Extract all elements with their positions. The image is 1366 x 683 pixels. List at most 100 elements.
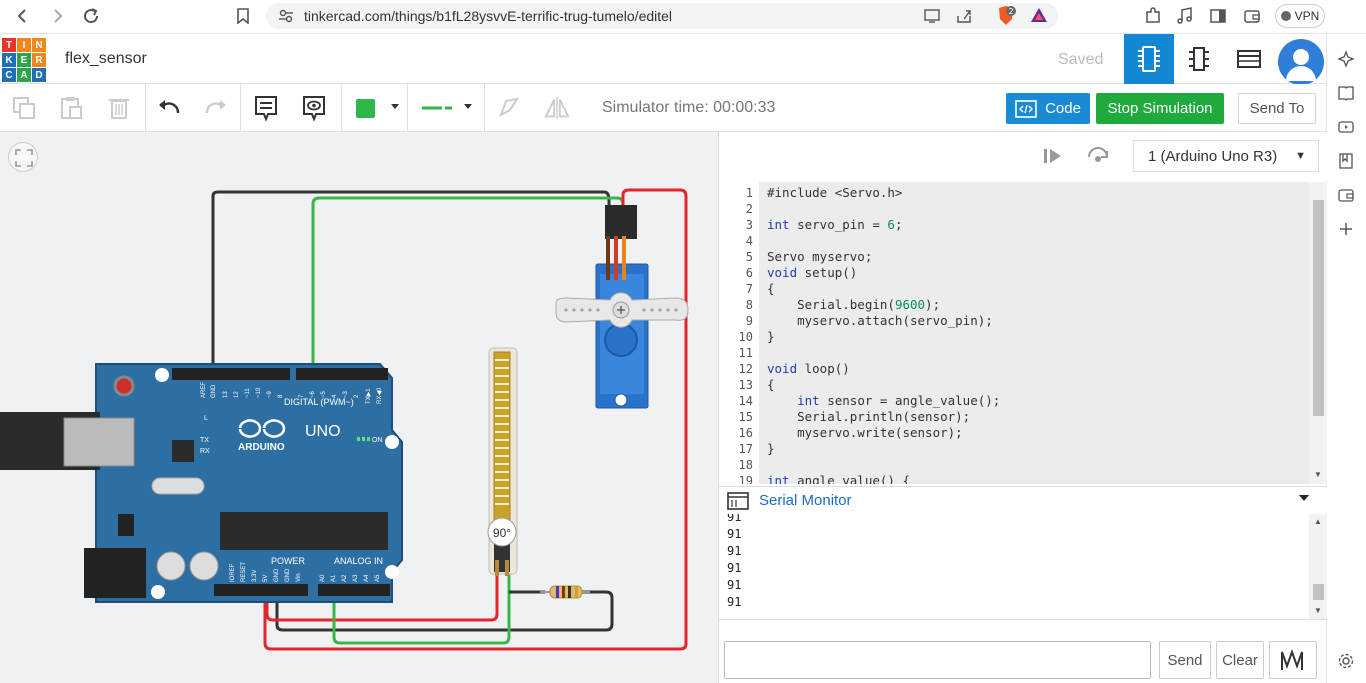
toolbar-divider	[145, 84, 146, 132]
code-line[interactable]: {	[767, 281, 775, 296]
address-bar[interactable]: tinkercad.com/things/b1fL28ysvvE-terrifi…	[266, 3, 1058, 29]
saved-status: Saved	[1058, 51, 1104, 68]
code-line[interactable]: int angle value() {	[767, 473, 910, 484]
code-line[interactable]: myservo.attach(servo_pin);	[767, 313, 993, 328]
code-line[interactable]: }	[767, 441, 775, 456]
brave-shield-icon[interactable]: 2	[996, 5, 1016, 32]
logo-letter: E	[17, 53, 31, 67]
line-number: 10	[738, 330, 753, 344]
serial-clear-button[interactable]: Clear	[1216, 641, 1264, 679]
code-line[interactable]: {	[767, 377, 775, 392]
code-line[interactable]: Serial.begin(9600);	[767, 297, 940, 312]
code-button[interactable]: Code	[1006, 93, 1090, 124]
wallet-side-icon[interactable]	[1337, 186, 1357, 206]
back-icon[interactable]	[10, 4, 36, 28]
sidebar-toggle-icon[interactable]	[1205, 4, 1231, 28]
user-avatar[interactable]	[1278, 39, 1324, 85]
serial-plotter-button[interactable]	[1269, 641, 1317, 679]
site-settings-icon[interactable]	[278, 8, 294, 29]
settings-gear-icon[interactable]	[1337, 652, 1357, 672]
forward-icon[interactable]	[44, 4, 70, 28]
undo-icon[interactable]	[155, 94, 183, 122]
wallet-icon[interactable]	[1239, 4, 1265, 28]
code-line[interactable]: int sensor = angle_value();	[767, 393, 1000, 408]
logo-letter: R	[32, 53, 46, 67]
line-number: 1	[745, 186, 753, 200]
brave-badge: 2	[1008, 7, 1013, 16]
serial-scrollbar[interactable]: ▲ ▼	[1309, 514, 1327, 619]
component-list-button[interactable]	[1224, 34, 1274, 84]
serial-monitor-title: Serial Monitor	[759, 492, 852, 509]
flex-sensor[interactable]: 90°	[487, 347, 518, 576]
playlist-icon[interactable]	[1337, 118, 1357, 138]
reload-icon[interactable]	[78, 4, 104, 28]
code-editor[interactable]: 1 2 3 4 5 6 7 8 9 10 11 12 13 14 15 16 17 18 19 #include <…	[719, 182, 1327, 484]
chevron-down-icon	[464, 104, 472, 109]
code-line[interactable]: }	[767, 329, 775, 344]
serial-input-field[interactable]	[724, 641, 1151, 679]
paste-icon[interactable]	[57, 94, 85, 122]
step-play-icon[interactable]	[1043, 147, 1063, 170]
notes-visibility-icon[interactable]	[300, 94, 328, 122]
line-number: 7	[745, 282, 753, 296]
wire-gnd[interactable]	[211, 190, 611, 372]
rotate-icon[interactable]	[495, 94, 523, 122]
scroll-up-icon[interactable]: ▲	[1314, 517, 1322, 526]
wire-signal[interactable]	[311, 196, 625, 372]
code-line[interactable]: #include <Servo.h>	[767, 185, 902, 200]
reading-list-icon[interactable]	[1337, 84, 1357, 104]
wire-type-picker[interactable]	[412, 92, 478, 124]
circuit-view-button[interactable]	[1124, 34, 1174, 84]
digital-pin-label: 13	[223, 391, 229, 398]
scroll-down-icon[interactable]: ▼	[1314, 470, 1322, 479]
extensions-icon[interactable]	[1140, 4, 1166, 28]
brave-rewards-icon[interactable]	[1030, 7, 1048, 28]
bookmarks-icon[interactable]	[1337, 152, 1357, 172]
serial-send-button[interactable]: Send	[1159, 641, 1211, 679]
code-line[interactable]: int servo_pin = 6;	[767, 217, 902, 232]
collapse-chevron-icon[interactable]	[1299, 495, 1309, 501]
circuit-canvas[interactable]: 90° DIGITAL (PWM~) ARDUINO UNO ON L TX R…	[0, 132, 718, 683]
vpn-button[interactable]: VPN	[1275, 4, 1325, 28]
copy-icon[interactable]	[10, 94, 38, 122]
serial-monitor-header[interactable]: Serial Monitor	[719, 486, 1327, 514]
project-title[interactable]: flex_sensor	[65, 50, 147, 68]
chevron-down-icon	[391, 104, 399, 109]
scroll-down-icon[interactable]: ▼	[1314, 606, 1322, 615]
circuit-chip-icon	[1138, 46, 1160, 72]
on-led	[357, 437, 360, 441]
code-line[interactable]: void setup()	[767, 265, 857, 280]
arduino-uno-board[interactable]: DIGITAL (PWM~) ARDUINO UNO ON L TX RX PO…	[0, 363, 403, 603]
code-line[interactable]: void loop()	[767, 361, 850, 376]
code-line[interactable]: Servo myservo;	[767, 249, 872, 264]
install-app-icon[interactable]	[924, 8, 942, 29]
add-panel-icon[interactable]	[1337, 220, 1357, 240]
color-picker[interactable]	[347, 92, 405, 124]
servo-motor[interactable]	[555, 205, 689, 409]
leo-ai-icon[interactable]	[1337, 50, 1357, 70]
send-to-button[interactable]: Send To	[1238, 93, 1316, 124]
code-line[interactable]: myservo.write(sensor);	[767, 425, 963, 440]
music-icon[interactable]	[1172, 4, 1198, 28]
editor-scroll-thumb[interactable]	[1313, 200, 1324, 416]
stop-simulation-button[interactable]: Stop Simulation	[1096, 93, 1224, 124]
delete-icon[interactable]	[105, 94, 133, 122]
redo-icon[interactable]	[202, 94, 230, 122]
schematic-view-button[interactable]	[1174, 34, 1224, 84]
flip-icon[interactable]	[543, 94, 571, 122]
notes-icon[interactable]	[252, 94, 280, 122]
bookmark-icon[interactable]	[230, 4, 256, 28]
tinkercad-logo[interactable]: T I N K E R C A D	[2, 38, 46, 82]
digital-pin-label: RX◀0	[377, 387, 383, 404]
tx-led-label: TX	[200, 437, 209, 444]
url-text: tinkercad.com/things/b1fL28ysvvE-terrifi…	[304, 8, 673, 24]
code-line[interactable]: Serial.println(sensor);	[767, 409, 970, 424]
share-icon[interactable]	[956, 8, 974, 29]
board-select-dropdown[interactable]: 1 (Arduino Uno R3) ▼	[1133, 140, 1319, 172]
on-label: ON	[372, 437, 383, 444]
uno-label: UNO	[305, 423, 341, 440]
resistor[interactable]	[540, 585, 590, 599]
editor-scrollbar[interactable]: ▼	[1309, 182, 1327, 484]
serial-scroll-thumb[interactable]	[1313, 584, 1324, 600]
debugger-icon[interactable]	[1087, 145, 1109, 170]
